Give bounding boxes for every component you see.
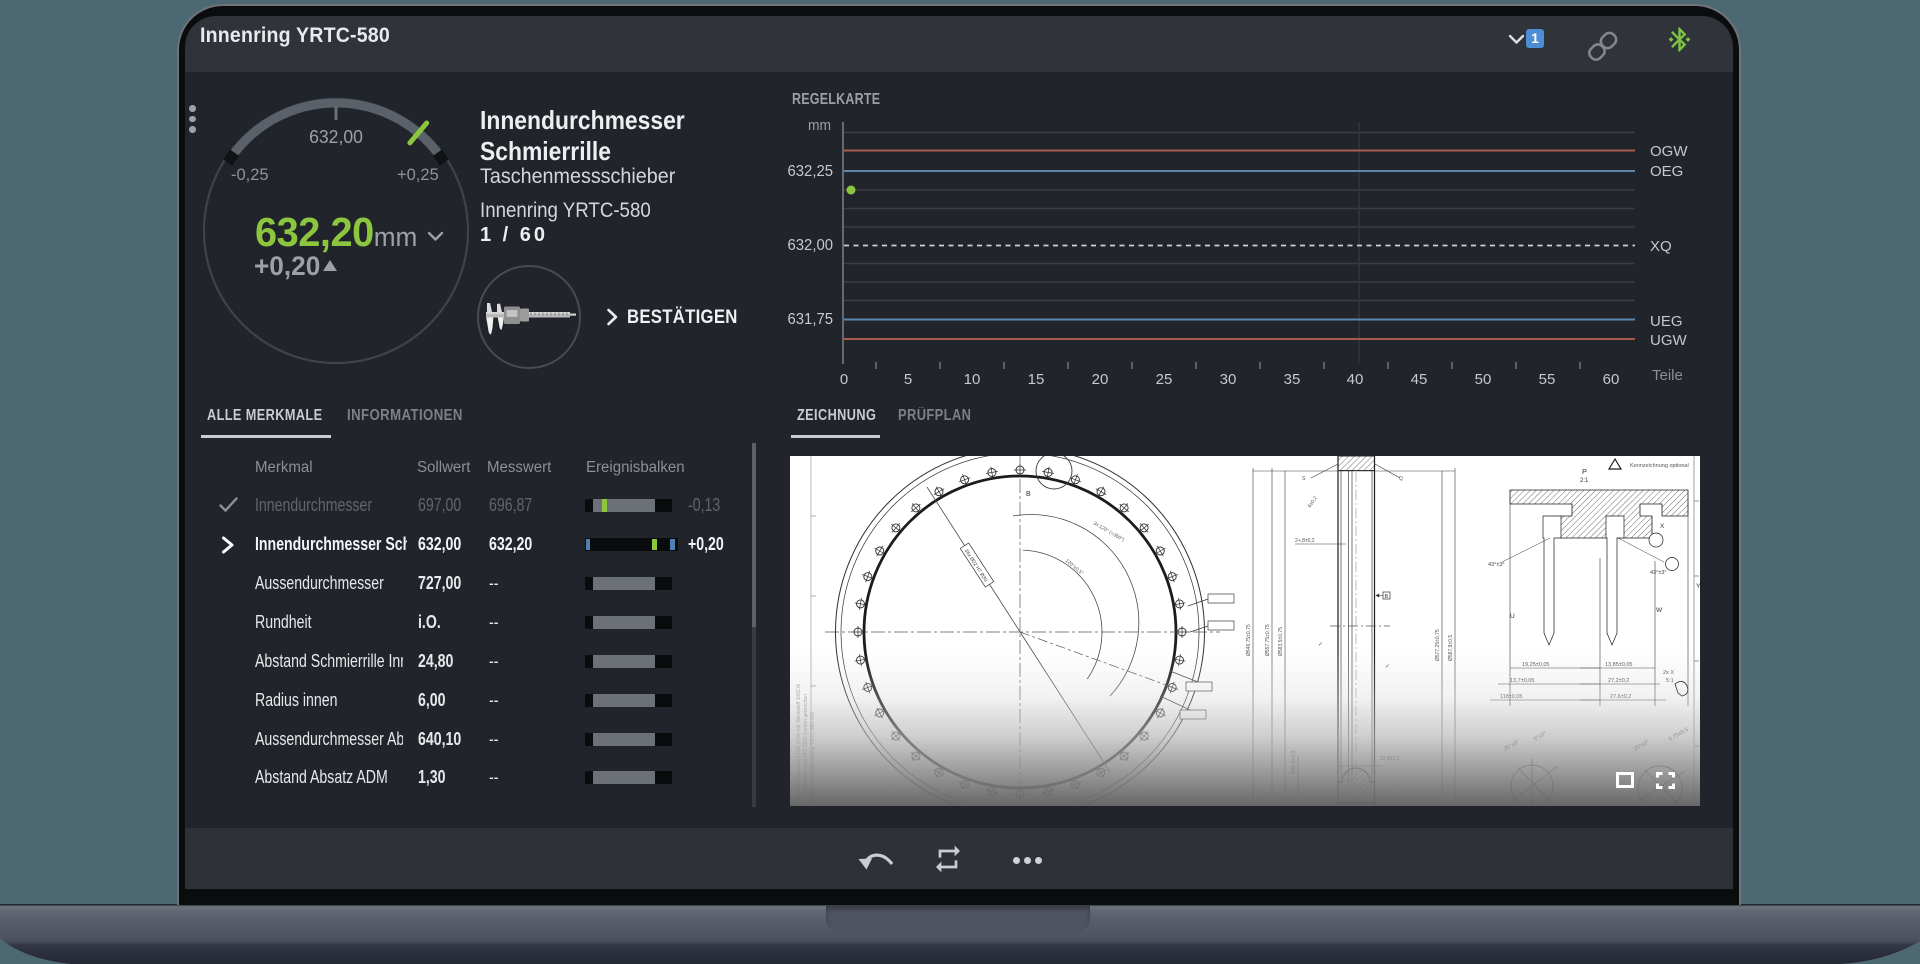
svg-text:U: U <box>1510 613 1515 620</box>
svg-text:6±0,2: 6±0,2 <box>1307 495 1319 509</box>
svg-text:S: S <box>1302 476 1306 482</box>
svg-text:X: X <box>1660 523 1665 530</box>
svg-text:Kennzeichnung optional: Kennzeichnung optional <box>1630 463 1689 469</box>
svg-text:W: W <box>1656 607 1663 614</box>
svg-text:120°±0,5°: 120°±0,5° <box>1064 558 1085 577</box>
svg-text:2+,8±0,2: 2+,8±0,2 <box>1295 538 1315 544</box>
svg-text:43°±3°: 43°±3° <box>1488 562 1505 568</box>
svg-text:43°±3°: 43°±3° <box>1650 570 1667 576</box>
svg-text:B: B <box>1026 491 1031 498</box>
svg-text:Q: Q <box>1399 476 1403 482</box>
svg-text:B: B <box>1385 594 1389 600</box>
svg-text:Y: Y <box>1696 583 1700 590</box>
svg-text:3x 120° (=360°): 3x 120° (=360°) <box>1092 521 1126 544</box>
svg-text:2:1: 2:1 <box>1580 478 1589 484</box>
svg-text:✓: ✓ <box>1318 642 1323 648</box>
svg-text:P: P <box>1582 467 1587 476</box>
